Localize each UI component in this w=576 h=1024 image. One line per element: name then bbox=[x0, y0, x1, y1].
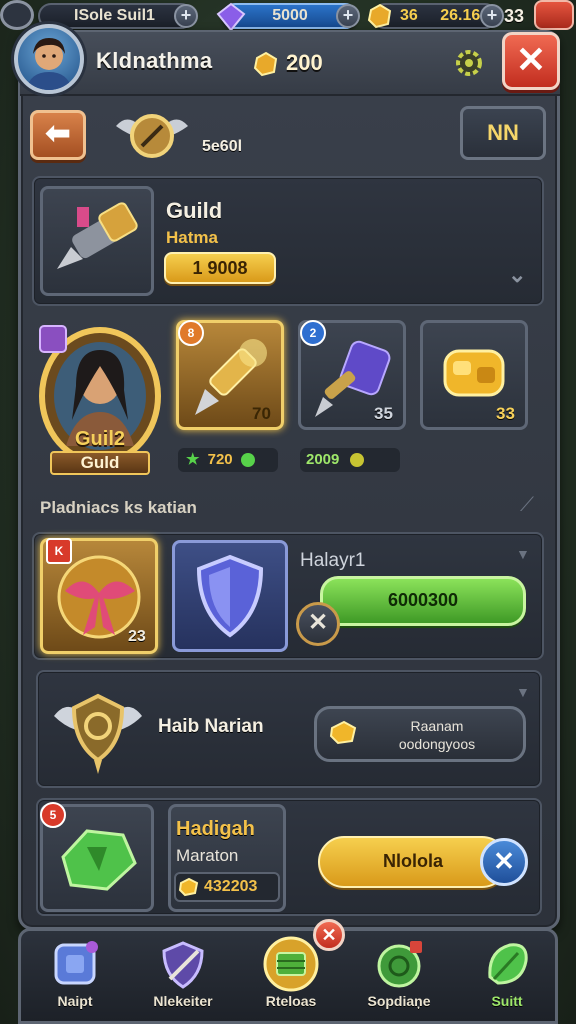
nav-label-suitt: Suitt bbox=[491, 993, 523, 1009]
cancel-circle-button[interactable]: ✕ bbox=[296, 602, 340, 646]
bottom-nav: Naipt Nlekeiter Rteloas ✕ Sopdiaņe Suitt bbox=[18, 919, 561, 1024]
stat-chip-2: 2009 bbox=[300, 448, 400, 472]
guild-weapon-slot[interactable] bbox=[40, 186, 154, 296]
hero-name-ribbon: Guld bbox=[50, 451, 150, 475]
gift-count: 23 bbox=[128, 628, 146, 645]
add-gold-button[interactable]: + bbox=[480, 4, 504, 28]
level-pill: ISole Suil1 bbox=[38, 3, 194, 29]
crystal-shield-icon bbox=[196, 554, 264, 638]
globe-icon bbox=[377, 941, 422, 988]
gift-badge: K bbox=[46, 538, 72, 564]
item-2-count: 35 bbox=[374, 404, 393, 423]
header-gold-amount: 200 bbox=[286, 50, 323, 75]
stat-1-value: 720 bbox=[207, 451, 233, 468]
expand-chevron-icon[interactable]: ⌄ bbox=[508, 262, 526, 288]
chest-icon bbox=[263, 936, 319, 992]
gold-nugget-icon bbox=[329, 720, 357, 745]
guild-emblem-icon bbox=[116, 114, 188, 158]
player-name: Kldnathma bbox=[96, 48, 213, 73]
nav-label-naipt: Naipt bbox=[57, 993, 93, 1009]
item-2-badge: 2 bbox=[300, 320, 326, 346]
nav-item-naipt[interactable]: Naipt bbox=[21, 931, 129, 1023]
drill-weapon-icon bbox=[57, 202, 138, 269]
resource-bar: ISole Suil1 + 5000 + 36 26.16 + 33 bbox=[0, 0, 576, 34]
quest-badge: 5 bbox=[40, 802, 66, 828]
hero-name-top: Guil2 bbox=[74, 428, 125, 450]
add-gems-button[interactable]: + bbox=[336, 4, 360, 28]
hero-nameplate: Guil2 Guld bbox=[40, 428, 160, 475]
nav-label-nlekeiter: Nlekeiter bbox=[153, 993, 213, 1009]
rank-button-line1: Raanam bbox=[410, 718, 464, 734]
coin-icon bbox=[240, 453, 255, 468]
player-avatar[interactable] bbox=[14, 24, 84, 94]
stat-2-value: 2009 bbox=[306, 451, 340, 468]
shield-slot[interactable] bbox=[172, 540, 288, 652]
item-1-count: 70 bbox=[252, 404, 271, 423]
item-1-badge: 8 bbox=[178, 320, 204, 346]
guild-value-pill: 1 9008 bbox=[164, 252, 276, 284]
nav-notification-badge: ✕ bbox=[313, 919, 345, 951]
section-title: Pladniacs ks katian bbox=[40, 498, 197, 517]
hero-name-bottom: Guld bbox=[80, 453, 120, 472]
nav-item-sopdiane[interactable]: Sopdiaņe bbox=[345, 931, 453, 1023]
reward-button-label: 6000300 bbox=[387, 590, 459, 610]
gem-icon bbox=[216, 2, 246, 32]
nav-label-sopdiane: Sopdiaņe bbox=[367, 993, 431, 1009]
top-right-value: 33 bbox=[504, 6, 525, 26]
gold-nugget-icon bbox=[367, 3, 392, 29]
gold-b: 26.16 bbox=[440, 7, 481, 24]
guild-title: Guild bbox=[166, 198, 223, 223]
guild-subtitle: Hatma bbox=[166, 228, 218, 247]
quest-value: 432203 bbox=[204, 878, 258, 895]
dropdown-arrow-icon[interactable]: ▼ bbox=[516, 546, 530, 562]
emblem-label: 5e60l bbox=[202, 138, 243, 155]
gold-a: 36 bbox=[400, 7, 418, 24]
quest-close-button[interactable]: ✕ bbox=[480, 838, 528, 886]
winged-medal-icon bbox=[54, 693, 142, 774]
nav-item-nlekeiter[interactable]: Nlekeiter bbox=[129, 931, 237, 1023]
pencil-icon[interactable]: ⟋ bbox=[520, 494, 534, 517]
add-level-button[interactable]: + bbox=[174, 4, 198, 28]
reward-claim-button[interactable]: 6000300 bbox=[320, 576, 526, 626]
quest-button-label: Nlolola bbox=[382, 851, 443, 871]
rank-button-line2: oodongyoos bbox=[398, 736, 476, 752]
back-button[interactable]: ⬅ bbox=[30, 110, 86, 160]
level-ring-icon bbox=[0, 0, 34, 30]
gold-nugget-icon bbox=[253, 51, 278, 77]
guild-value: 1 9008 bbox=[192, 258, 248, 278]
rank-title: Haib Narian bbox=[158, 716, 264, 737]
coin-icon bbox=[349, 453, 364, 468]
reward-title: Halayr1 bbox=[300, 550, 366, 571]
top-red-button[interactable] bbox=[534, 0, 574, 30]
dropdown-arrow-icon[interactable]: ▼ bbox=[516, 684, 530, 700]
stat-chip-1: ★ 720 bbox=[178, 448, 278, 472]
sword-shield-icon bbox=[162, 941, 204, 989]
gold-nugget-icon bbox=[178, 877, 199, 897]
close-button[interactable]: ✕ bbox=[502, 32, 560, 90]
player-portrait-icon bbox=[26, 38, 72, 90]
nn-button[interactable]: NN bbox=[460, 106, 546, 160]
level-label: ISole Suil1 bbox=[74, 7, 155, 24]
nav-label-rteloas: Rteloas bbox=[265, 993, 317, 1009]
leaf-icon bbox=[488, 943, 528, 985]
item-3-count: 33 bbox=[496, 404, 515, 423]
gem-count: 5000 bbox=[272, 7, 308, 24]
quest-title: Hadigah bbox=[176, 818, 255, 840]
star-icon: ★ bbox=[186, 451, 200, 468]
nav-item-suitt[interactable]: Suitt bbox=[453, 931, 561, 1023]
quest-subtitle: Maraton bbox=[176, 846, 239, 865]
settings-gear-icon[interactable] bbox=[452, 46, 486, 80]
shield-cube-icon bbox=[54, 941, 98, 985]
